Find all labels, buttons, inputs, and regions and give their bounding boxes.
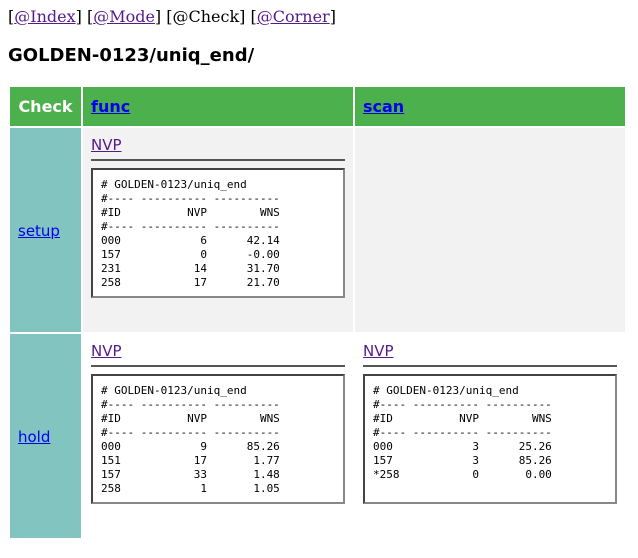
nav-separator: ] [: [75, 7, 94, 26]
header-func-link[interactable]: func: [83, 97, 130, 116]
nav-current-check: ] [@Check] [: [154, 7, 257, 26]
header-row: Check func scan: [10, 87, 625, 126]
nav-link-mode[interactable]: @Mode: [93, 7, 155, 26]
nav-link-index[interactable]: @Index: [14, 7, 75, 26]
header-scan-link[interactable]: scan: [355, 97, 404, 116]
header-scan: scan: [355, 87, 625, 126]
row-label-setup: setup: [10, 128, 81, 332]
table-row-hold: hold NVP # GOLDEN-0123/uniq_end #---- --…: [10, 334, 625, 538]
divider: [91, 159, 345, 161]
page-title: GOLDEN-0123/uniq_end/: [8, 45, 255, 66]
divider: [363, 365, 617, 367]
cell-hold-scan: NVP # GOLDEN-0123/uniq_end #---- -------…: [355, 334, 625, 538]
row-label-hold: hold: [10, 334, 81, 538]
table-row-setup: setup NVP # GOLDEN-0123/uniq_end #---- -…: [10, 128, 625, 332]
row-link-setup[interactable]: setup: [18, 222, 60, 240]
nvp-link[interactable]: NVP: [363, 342, 394, 360]
header-func: func: [83, 87, 353, 126]
nav-link-corner[interactable]: @Corner: [257, 7, 330, 26]
divider: [91, 365, 345, 367]
nav-bar: [@Index] [@Mode] [@Check] [@Corner]: [8, 7, 336, 27]
row-link-hold[interactable]: hold: [18, 428, 50, 446]
cell-setup-func: NVP # GOLDEN-0123/uniq_end #---- -------…: [83, 128, 353, 332]
header-check: Check: [10, 87, 81, 126]
report-text: # GOLDEN-0123/uniq_end #---- ---------- …: [101, 384, 280, 495]
report-box: # GOLDEN-0123/uniq_end #---- ---------- …: [363, 374, 617, 504]
results-table: Check func scan setup NVP # GOLDEN-0123/…: [8, 85, 627, 540]
nvp-link[interactable]: NVP: [91, 342, 122, 360]
report-text: # GOLDEN-0123/uniq_end #---- ---------- …: [101, 178, 280, 289]
report-box: # GOLDEN-0123/uniq_end #---- ---------- …: [91, 168, 345, 298]
report-box: # GOLDEN-0123/uniq_end #---- ---------- …: [91, 374, 345, 504]
report-text: # GOLDEN-0123/uniq_end #---- ---------- …: [373, 384, 552, 481]
nav-bracket: ]: [329, 7, 336, 26]
cell-hold-func: NVP # GOLDEN-0123/uniq_end #---- -------…: [83, 334, 353, 538]
cell-setup-scan-empty: [355, 128, 625, 332]
nvp-link[interactable]: NVP: [91, 136, 122, 154]
